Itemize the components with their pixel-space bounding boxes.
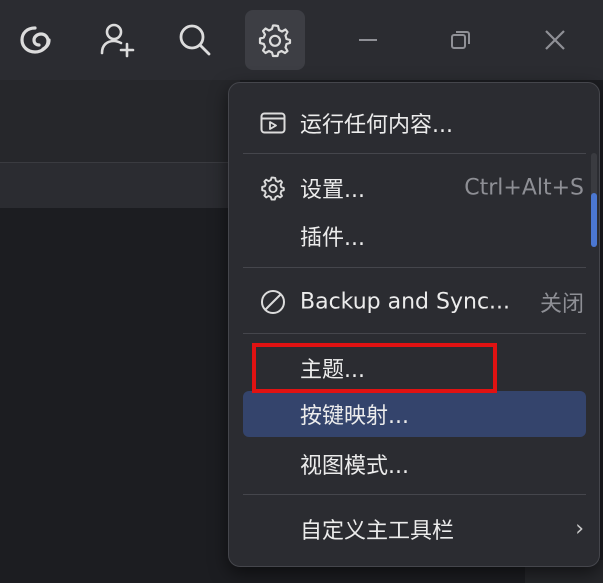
tabby-logo-button[interactable] [5,10,65,70]
gear-icon [259,176,287,201]
menu-item-label: 自定义主工具栏 [300,519,455,544]
add-profile-icon [100,23,135,58]
tabby-logo-icon [20,26,51,54]
menu-item-label: 插件... [300,226,365,251]
shortcut-hint: Ctrl+Alt+S [464,175,584,201]
menu-separator [243,333,586,334]
menu-item-label: 视图模式... [300,454,409,479]
add-profile-button[interactable] [87,10,147,70]
minimize-icon [359,39,377,41]
chevron-right-icon: › [575,516,584,542]
menu-item-run-anything[interactable]: 运行任何内容... [243,100,586,146]
menu-separator [243,153,586,154]
highlight-annotation-box [252,343,497,393]
title-bar [0,0,603,80]
disabled-circle-icon [259,290,287,314]
menu-item-label: 按键映射... [300,404,409,429]
menu-item-view-mode[interactable]: 视图模式... [243,441,586,487]
status-text: 关闭 [539,292,584,317]
scrollbar-thumb[interactable] [591,193,597,247]
settings-gear-icon [258,24,292,58]
menu-item-plugins[interactable]: 插件... [243,213,586,259]
minimize-button[interactable] [338,10,398,70]
menu-item-keymap[interactable]: 按键映射... [243,391,586,437]
search-icon [179,24,211,56]
menu-item-label: 运行任何内容... [300,113,453,138]
menu-item-label: Backup and Sync... [300,289,511,315]
menu-scrollbar[interactable] [591,153,597,247]
menu-separator [243,494,586,495]
menu-item-backup-sync[interactable]: Backup and Sync... 关闭 [243,279,586,325]
menu-item-customize-toolbar[interactable]: 自定义主工具栏 › [243,506,586,552]
restore-icon [451,31,470,49]
restore-button[interactable] [431,10,491,70]
menu-item-label: 设置... [300,178,365,203]
run-panel-icon [259,111,287,135]
background-panel [0,80,240,162]
settings-button[interactable] [245,10,305,70]
search-button[interactable] [165,10,225,70]
close-icon [545,30,565,50]
background-tab-strip [0,162,240,208]
menu-item-settings[interactable]: 设置... Ctrl+Alt+S [243,165,586,211]
settings-dropdown-menu: 运行任何内容... 设置... Ctrl+Alt+S 插件... Backup … [228,82,600,567]
menu-separator [243,267,586,268]
close-button[interactable] [525,10,585,70]
